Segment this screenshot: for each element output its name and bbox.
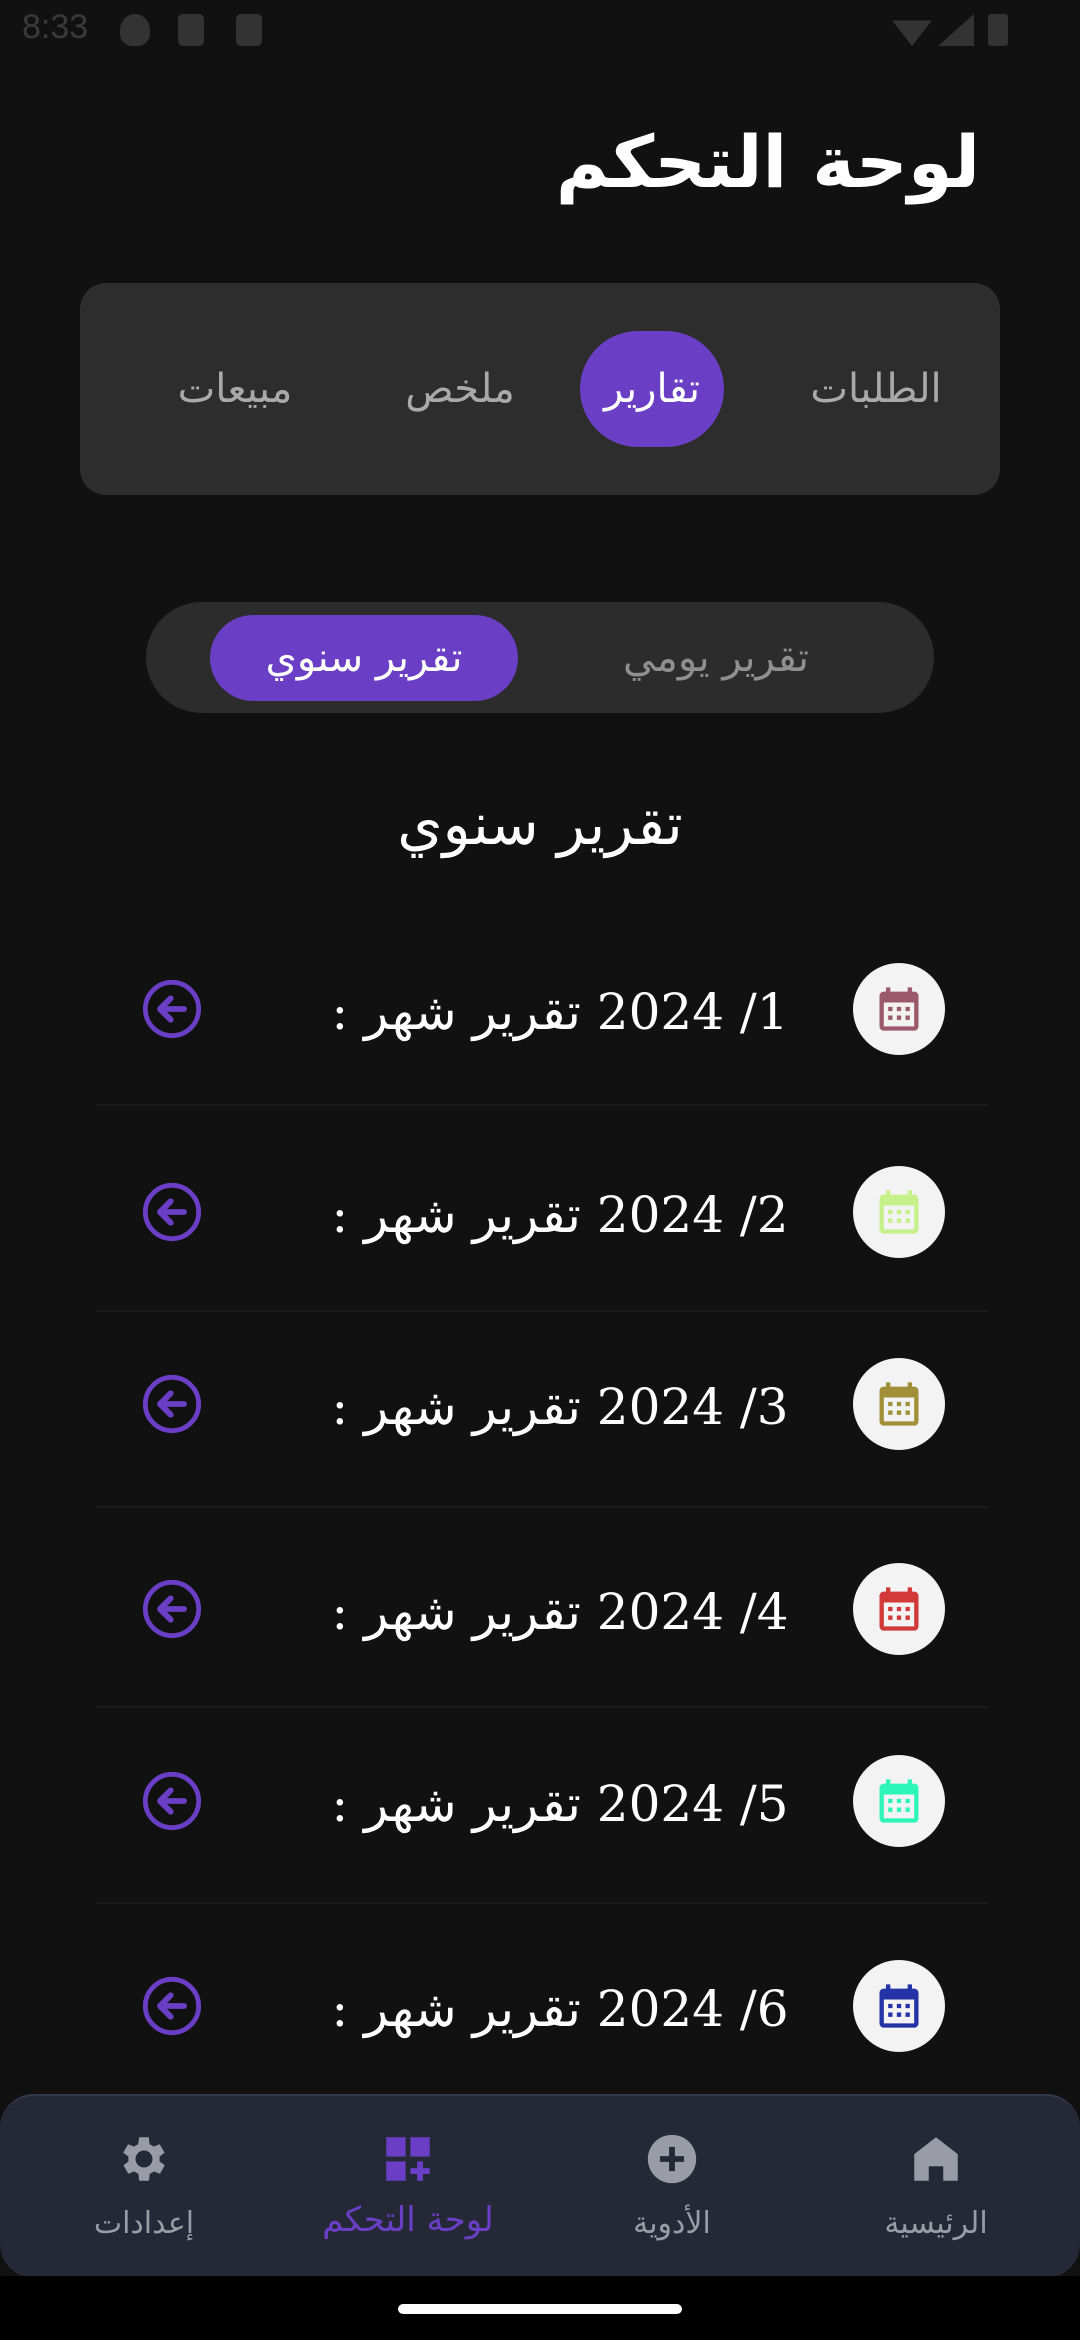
nav-dashboard[interactable]: لوحة التحكم — [308, 2096, 508, 2278]
calendar-icon — [853, 1755, 945, 1847]
list-item[interactable]: تقرير شهر : 2024 /3 — [0, 1310, 1080, 1500]
arrow-svg — [142, 1374, 202, 1434]
calendar-svg — [879, 1190, 919, 1234]
battery-icon — [988, 14, 1008, 46]
report-label: تقرير شهر : — [331, 983, 581, 1041]
report-label: تقرير شهر : — [331, 1378, 581, 1436]
calendar-icon — [853, 1563, 945, 1655]
report-month: 2024 /4 — [596, 1583, 789, 1641]
report-label: تقرير شهر : — [331, 1583, 581, 1641]
sd-card-icon — [236, 14, 262, 46]
segment-label: تقرير سنوي — [265, 635, 463, 681]
home-icon — [914, 2137, 958, 2181]
segment-label: تقرير يومي — [623, 635, 809, 681]
nav-settings[interactable]: إعدادات — [44, 2096, 244, 2278]
tab-label: تقارير — [603, 366, 701, 412]
main-tabs: الطلبات تقارير ملخص مبيعات — [80, 283, 1000, 495]
report-month: 2024 /5 — [596, 1775, 789, 1833]
calendar-icon — [853, 1960, 945, 2052]
calendar-svg — [879, 987, 919, 1031]
report-label: تقرير شهر : — [331, 1775, 581, 1833]
calendar-svg — [879, 1779, 919, 1823]
arrow-left-circle-icon[interactable] — [140, 1372, 204, 1436]
report-title: تقرير شهر : 2024 /3 — [330, 1378, 790, 1436]
list-item[interactable]: تقرير شهر : 2024 /4 — [0, 1515, 1080, 1705]
nav-label: لوحة التحكم — [322, 2200, 494, 2240]
arrow-svg — [142, 1579, 202, 1639]
status-time: 8:33 — [22, 8, 89, 46]
arrow-svg — [142, 1771, 202, 1831]
list-item[interactable]: تقرير شهر : 2024 /6 — [0, 1912, 1080, 2102]
arrow-left-circle-icon[interactable] — [140, 1769, 204, 1833]
report-title: تقرير شهر : 2024 /5 — [330, 1775, 790, 1833]
report-month: 2024 /2 — [596, 1186, 789, 1244]
arrow-left-circle-icon[interactable] — [140, 1577, 204, 1641]
report-type-switch: تقرير سنوي تقرير يومي — [146, 602, 934, 713]
nav-home[interactable]: الرئيسية — [836, 2096, 1036, 2278]
list-item[interactable]: تقرير شهر : 2024 /2 — [0, 1118, 1080, 1308]
calendar-svg — [879, 1382, 919, 1426]
arrow-svg — [142, 1182, 202, 1242]
section-title: تقرير سنوي — [397, 790, 683, 858]
divider — [96, 1902, 988, 1904]
tab-sales[interactable]: مبيعات — [150, 331, 320, 447]
arrow-left-circle-icon[interactable] — [140, 977, 204, 1041]
report-month: 2024 /3 — [596, 1378, 789, 1436]
wifi-icon — [892, 20, 932, 46]
tab-summary[interactable]: ملخص — [380, 331, 540, 447]
yearly-report-button[interactable]: تقرير سنوي — [210, 615, 518, 701]
calendar-svg — [879, 1984, 919, 2028]
tab-reports[interactable]: تقارير — [580, 331, 724, 447]
page-title: لوحة التحكم — [555, 120, 980, 204]
nav-label: إعدادات — [93, 2206, 195, 2241]
font-icon — [178, 14, 204, 46]
report-title: تقرير شهر : 2024 /1 — [330, 983, 790, 1041]
report-title: تقرير شهر : 2024 /4 — [330, 1583, 790, 1641]
nav-label: الرئيسية — [884, 2206, 988, 2241]
report-month: 2024 /1 — [596, 983, 789, 1041]
calendar-icon — [853, 963, 945, 1055]
tab-label: مبيعات — [177, 366, 293, 412]
arrow-svg — [142, 979, 202, 1039]
calendar-icon — [853, 1358, 945, 1450]
list-item[interactable]: تقرير شهر : 2024 /1 — [0, 915, 1080, 1105]
gear-icon — [123, 2137, 165, 2181]
status-bar: 8:33 — [0, 0, 1080, 64]
daily-report-button[interactable]: تقرير يومي — [556, 615, 876, 701]
signal-icon — [938, 14, 974, 46]
divider — [96, 1506, 988, 1508]
dashboard-add-icon — [386, 2137, 430, 2181]
report-label: تقرير شهر : — [331, 1186, 581, 1244]
tab-orders[interactable]: الطلبات — [786, 331, 966, 447]
report-label: تقرير شهر : — [331, 1980, 581, 2038]
nav-medicines[interactable]: الأدوية — [572, 2096, 772, 2278]
divider — [96, 1104, 988, 1106]
home-indicator[interactable] — [398, 2304, 682, 2314]
list-item[interactable]: تقرير شهر : 2024 /5 — [0, 1707, 1080, 1897]
bottom-navigation: الرئيسية الأدوية لوحة التحكم إعدادات — [0, 2094, 1080, 2278]
report-title: تقرير شهر : 2024 /6 — [330, 1980, 790, 2038]
arrow-left-circle-icon[interactable] — [140, 1974, 204, 2038]
tab-label: ملخص — [405, 366, 515, 412]
add-circle-icon — [647, 2134, 697, 2184]
arrow-left-circle-icon[interactable] — [140, 1180, 204, 1244]
calendar-svg — [879, 1587, 919, 1631]
tab-label: الطلبات — [810, 366, 942, 412]
shield-icon — [120, 14, 150, 46]
report-title: تقرير شهر : 2024 /2 — [330, 1186, 790, 1244]
report-month: 2024 /6 — [596, 1980, 789, 2038]
arrow-svg — [142, 1976, 202, 2036]
calendar-icon — [853, 1166, 945, 1258]
nav-label: الأدوية — [633, 2206, 711, 2241]
